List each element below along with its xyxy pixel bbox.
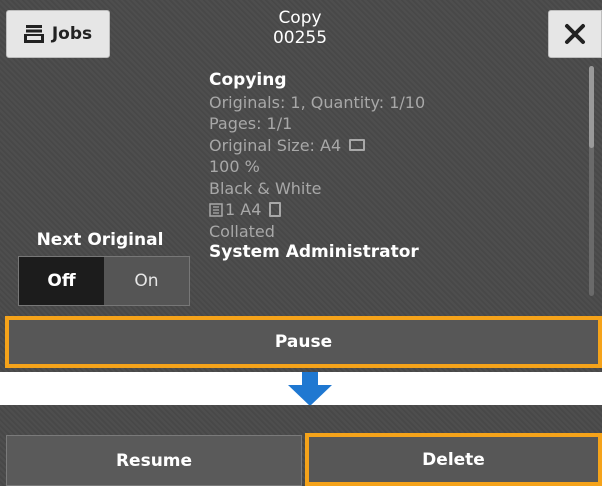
details-scrollbar[interactable] (589, 66, 594, 296)
close-button[interactable] (548, 10, 602, 58)
pages-count: Pages: 1/1 (209, 114, 293, 133)
paper-tray-icon (209, 203, 223, 217)
job-number: 00255 (272, 28, 328, 48)
portrait-icon (269, 202, 282, 218)
job-owner: System Administrator (209, 242, 419, 262)
next-original-toggle: Off On (18, 256, 190, 306)
collation-mode: Collated (209, 221, 275, 241)
next-original-on-option[interactable]: On (104, 257, 189, 305)
pause-button[interactable]: Pause (5, 316, 602, 368)
job-header: Copy 00255 (200, 8, 400, 48)
next-original-label: Next Original (36, 230, 164, 250)
landscape-icon (349, 139, 366, 152)
color-mode: Black & White (209, 178, 322, 198)
tray-stack-icon (23, 25, 44, 43)
job-status-panel: Jobs Copy 00255 Copying Originals: 1, Qu… (0, 0, 602, 372)
delete-button[interactable]: Delete (305, 433, 602, 486)
tray-paper-size: 1 A4 (225, 200, 262, 219)
original-size: Original Size: A4 (209, 135, 342, 155)
resume-button[interactable]: Resume (6, 435, 302, 486)
job-type-title: Copy (278, 8, 322, 28)
scrollbar-thumb[interactable] (589, 66, 594, 148)
originals-quantity: Originals: 1, Quantity: 1/10 (209, 92, 426, 112)
job-status-text: Copying (209, 70, 287, 90)
jobs-button-label: Jobs (51, 24, 93, 44)
jobs-button[interactable]: Jobs (6, 10, 110, 58)
original-size-row: Original Size: A4 (209, 135, 579, 157)
arrow-down-icon (288, 372, 332, 406)
next-original-off-option[interactable]: Off (19, 257, 104, 305)
job-actions-bar: Resume Delete (0, 405, 602, 486)
close-icon (565, 24, 585, 44)
job-details-list: Copying Originals: 1, Quantity: 1/10 Pag… (209, 70, 579, 264)
zoom-ratio: 100 % (209, 157, 260, 176)
paper-tray-row: 1 A4 (209, 199, 579, 221)
